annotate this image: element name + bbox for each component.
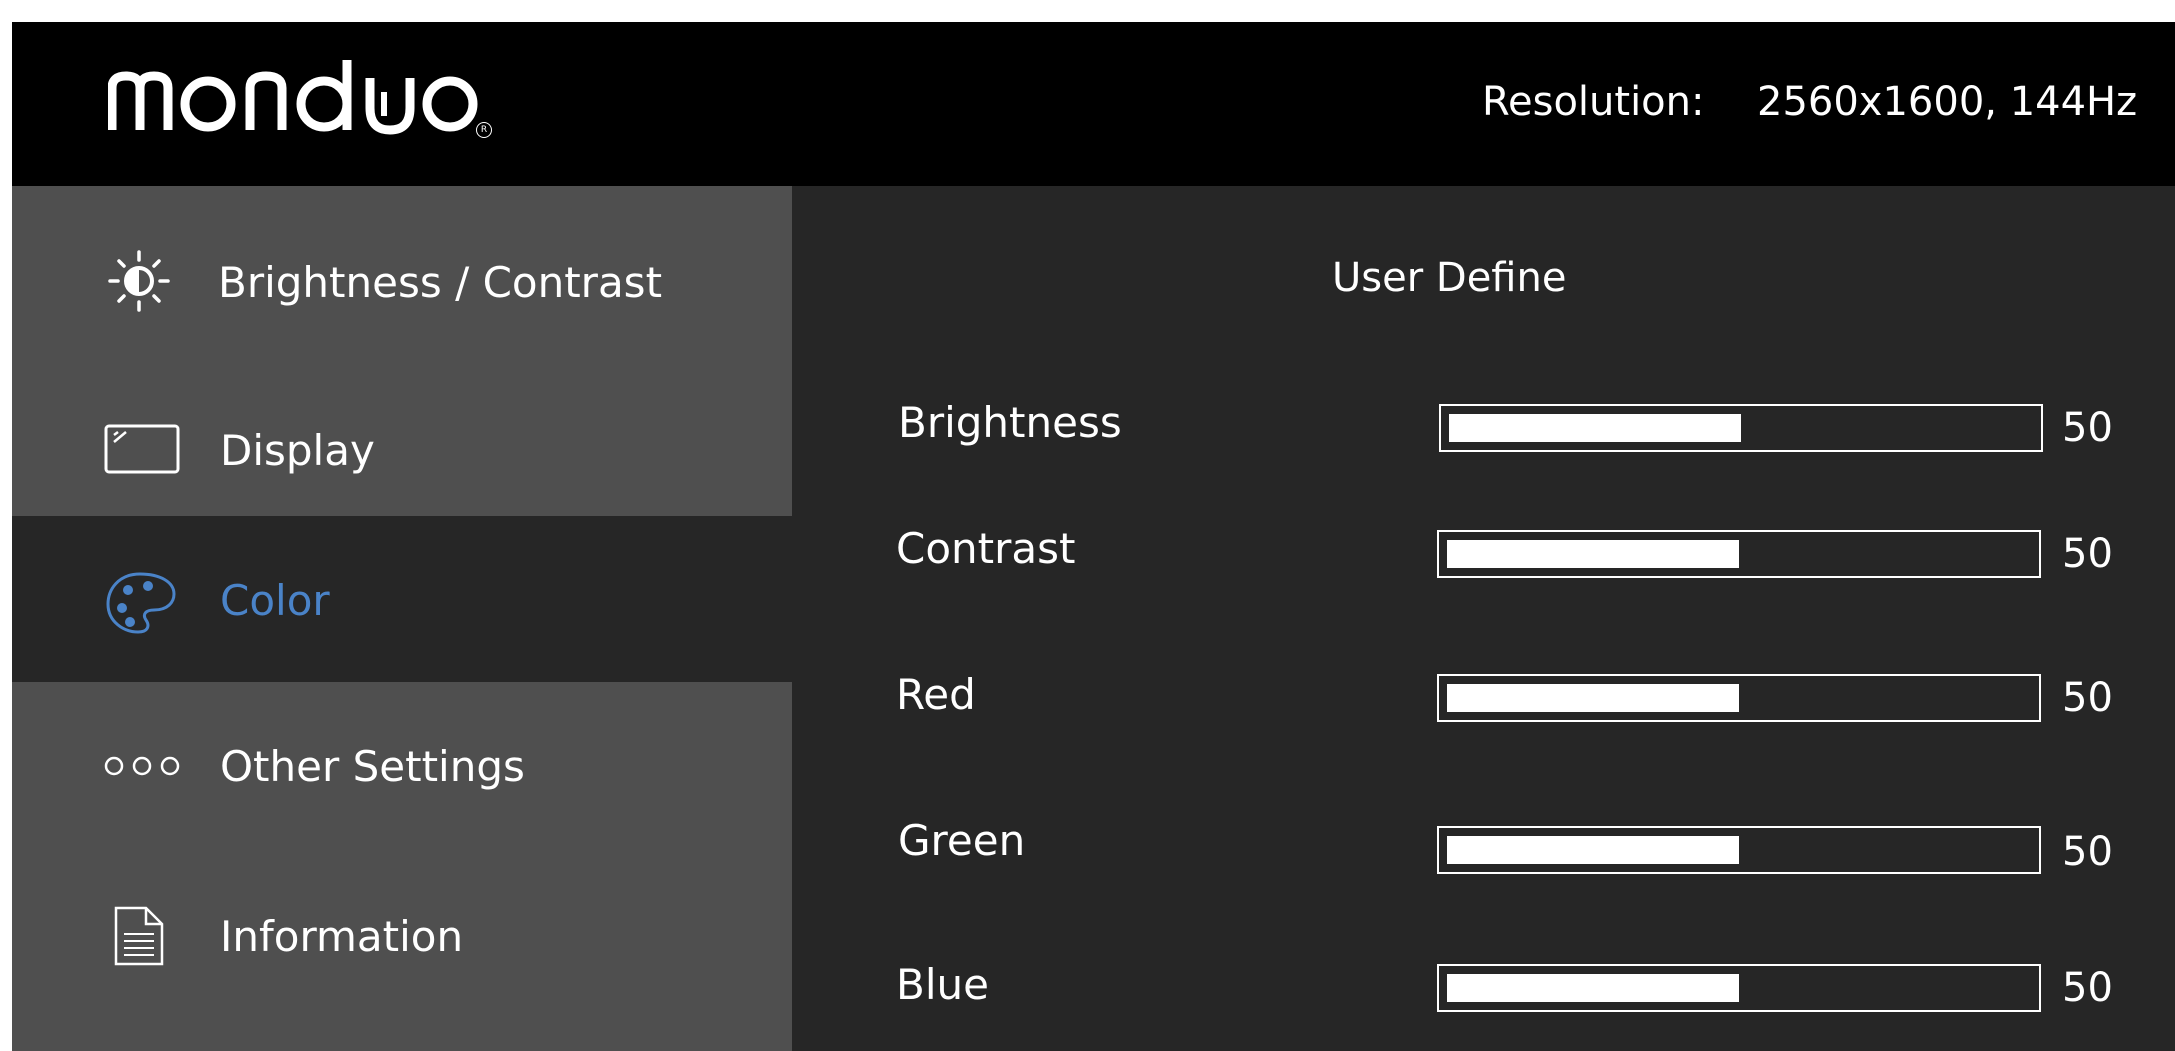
sidebar-item-other-settings[interactable]: Other Settings (12, 682, 792, 848)
mondiuo-logo (107, 60, 478, 135)
sidebar-item-label: Display (220, 426, 375, 475)
sidebar-item-label: Information (220, 912, 464, 961)
brightness-slider[interactable] (1439, 404, 2043, 452)
setting-value: 50 (2062, 965, 2113, 1011)
sidebar-item-label: Other Settings (220, 742, 525, 791)
page-title: User Define (1332, 255, 1567, 301)
header-bar: R Resolution: 2560x1600, 144Hz (12, 22, 2175, 184)
slider-fill (1447, 540, 1739, 568)
setting-value: 50 (2062, 675, 2113, 721)
green-slider[interactable] (1437, 826, 2041, 874)
sidebar-item-label: Brightness / Contrast (218, 258, 663, 307)
setting-label: Contrast (896, 524, 1076, 573)
setting-label: Brightness (898, 398, 1122, 447)
slider-fill (1447, 974, 1739, 1002)
contrast-slider[interactable] (1437, 530, 2041, 578)
blue-slider[interactable] (1437, 964, 2041, 1012)
sidebar: Brightness / Contrast Display Color Othe… (12, 186, 792, 1051)
resolution-label: Resolution: (1482, 79, 1705, 125)
slider-fill (1447, 836, 1739, 864)
content-panel: User Define Brightness 50 Contrast 50 Re… (792, 186, 2175, 1051)
resolution-value: 2560x1600, 144Hz (1757, 79, 2138, 125)
red-slider[interactable] (1437, 674, 2041, 722)
slider-fill (1447, 684, 1739, 712)
sun-icon (108, 250, 170, 316)
sidebar-item-label: Color (220, 576, 330, 625)
setting-label: Green (898, 816, 1026, 865)
osd-window: R Resolution: 2560x1600, 144Hz Brightnes… (12, 22, 2175, 1051)
sidebar-item-information[interactable]: Information (12, 848, 792, 1051)
palette-icon (104, 570, 178, 640)
three-circles-icon (102, 754, 182, 782)
registered-mark: R (476, 122, 492, 138)
setting-value: 50 (2062, 531, 2113, 577)
document-icon (112, 904, 166, 972)
sidebar-item-brightness-contrast[interactable]: Brightness / Contrast (12, 186, 792, 352)
display-icon (104, 424, 180, 478)
slider-fill (1449, 414, 1741, 442)
setting-value: 50 (2062, 405, 2113, 451)
brand-logo (107, 56, 488, 150)
sidebar-item-display[interactable]: Display (12, 352, 792, 516)
setting-value: 50 (2062, 829, 2113, 875)
sidebar-item-color[interactable]: Color (12, 516, 792, 682)
setting-label: Blue (896, 960, 989, 1009)
setting-label: Red (896, 670, 976, 719)
